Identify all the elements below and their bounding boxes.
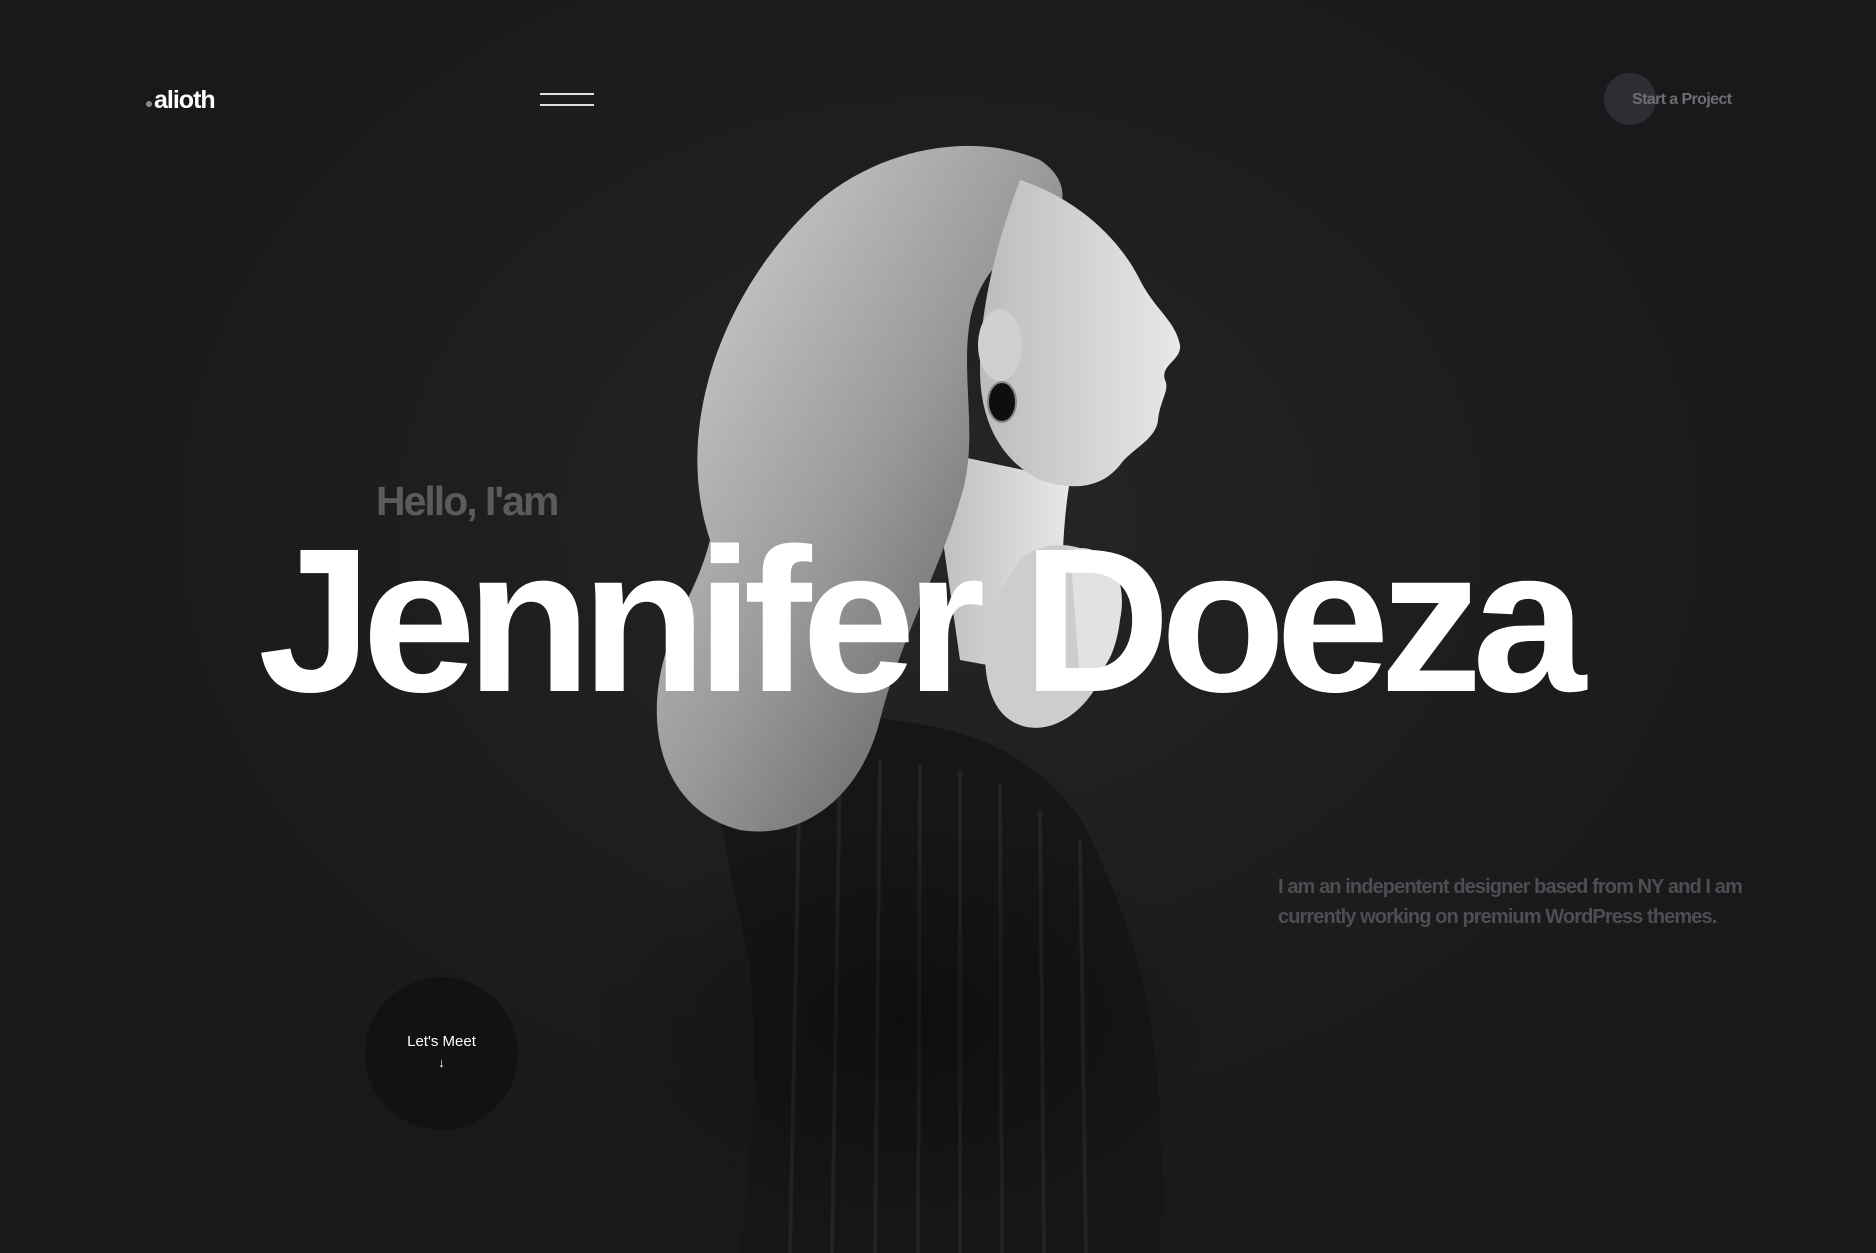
logo[interactable]: alioth [146,86,216,115]
hero-page: alioth Start a Project Hello, I'am Jenni… [0,0,1876,1253]
start-project-button[interactable]: Start a Project [1604,73,1732,127]
logo-text: alioth [154,86,216,114]
menu-line [540,104,594,106]
lets-meet-label: Let's Meet [407,1032,476,1050]
menu-hamburger-icon[interactable] [540,88,594,110]
bio-text: I am an indepentent designer based from … [1278,876,1743,928]
cta-label: Start a Project [1632,91,1732,108]
lets-meet-button[interactable]: Let's Meet ↓ [365,977,518,1130]
arrow-down-icon: ↓ [438,1054,445,1070]
hero-name: Jennifer Doeza [258,506,1586,735]
logo-dot [146,101,152,107]
menu-line [540,93,594,95]
